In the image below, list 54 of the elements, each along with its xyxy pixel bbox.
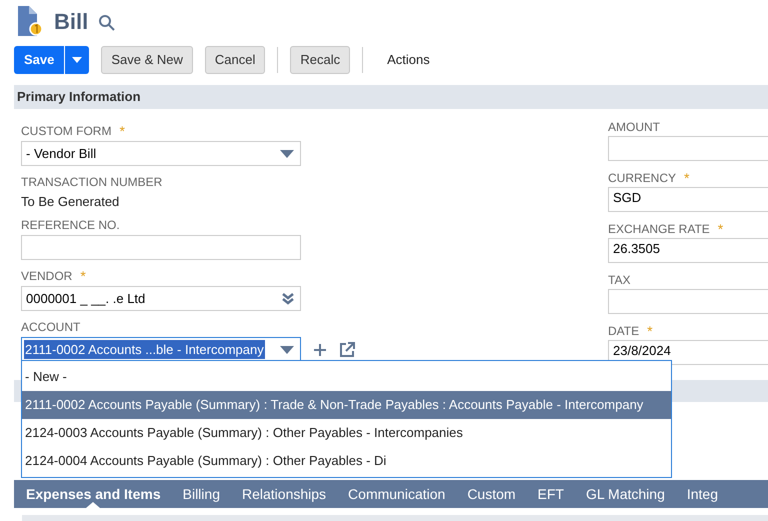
input-field[interactable] — [608, 289, 768, 314]
input-field[interactable] — [21, 235, 301, 260]
tab[interactable]: Communication — [348, 480, 446, 508]
dropdown-option[interactable]: 2124-0004 Accounts Payable (Summary) : Other Payables - Di — [22, 447, 671, 475]
save-button[interactable]: Save — [14, 46, 66, 74]
document-icon — [18, 6, 44, 36]
required-asterisk: * — [718, 222, 724, 236]
field-value: To Be Generated — [21, 193, 120, 211]
input-field[interactable]: 23/8/2024 — [608, 340, 768, 365]
field-label: ACCOUNT — [21, 319, 80, 336]
field-label: TRANSACTION NUMBER — [21, 174, 162, 191]
field-label: VENDOR — [21, 268, 72, 285]
page-title: Bill — [54, 8, 88, 36]
search-icon[interactable] — [98, 14, 116, 32]
field-label: REFERENCE NO. — [21, 217, 120, 234]
tab[interactable]: GL Matching — [586, 480, 665, 508]
tab[interactable]: Expenses and Items — [26, 480, 161, 508]
tab[interactable]: Integ — [686, 480, 718, 508]
field-label: CURRENCY — [608, 170, 676, 187]
caret-icon — [280, 150, 294, 158]
tab[interactable]: Billing — [182, 480, 220, 508]
tab[interactable]: Custom — [467, 480, 516, 508]
select-field[interactable]: 0000001 _ __. .e Ltd — [21, 286, 301, 311]
field-label: DATE — [608, 323, 640, 340]
tab[interactable]: Relationships — [242, 480, 326, 508]
input-field[interactable]: SGD — [608, 187, 768, 212]
save-options-button[interactable] — [65, 46, 90, 74]
dropdown-option[interactable]: 2111-0002 Accounts Payable (Summary) : Trade & Non-Trade Payables : Accounts Payable - Intercompany — [22, 391, 671, 419]
required-asterisk: * — [684, 171, 690, 185]
dropdown-option[interactable]: 2124-0003 Accounts Payable (Summary) : Other Payables - Intercompanies — [22, 419, 671, 447]
plus-icon[interactable] — [313, 342, 327, 356]
caret-icon — [280, 346, 294, 354]
actions-menu[interactable]: Actions — [375, 46, 442, 74]
toolbar-button[interactable]: Recalc — [290, 46, 350, 74]
field-label: CUSTOM FORM — [21, 123, 112, 140]
tab[interactable]: EFT — [538, 480, 564, 508]
required-asterisk: * — [80, 269, 86, 283]
open-link-icon[interactable] — [339, 342, 355, 358]
required-asterisk: * — [647, 324, 653, 338]
select-field[interactable]: 2111-0002 Accounts ...ble - Intercompany — [21, 337, 301, 362]
field-label: EXCHANGE RATE — [608, 221, 710, 238]
tab-pointer-icon — [86, 502, 100, 508]
dropdown-option[interactable]: - New - — [22, 363, 671, 391]
double-chevron-icon — [282, 292, 294, 304]
section-header: Primary Information — [14, 85, 768, 109]
caret-icon — [72, 57, 82, 63]
required-asterisk: * — [119, 124, 125, 138]
field-label: AMOUNT — [608, 119, 660, 136]
field-label: TAX — [608, 272, 630, 289]
input-field[interactable] — [608, 136, 768, 161]
select-field[interactable]: - Vendor Bill — [21, 141, 301, 166]
toolbar-button[interactable]: Cancel — [204, 46, 266, 74]
toolbar-button[interactable]: Save & New — [101, 46, 193, 74]
input-field[interactable]: 26.3505 — [608, 238, 768, 263]
